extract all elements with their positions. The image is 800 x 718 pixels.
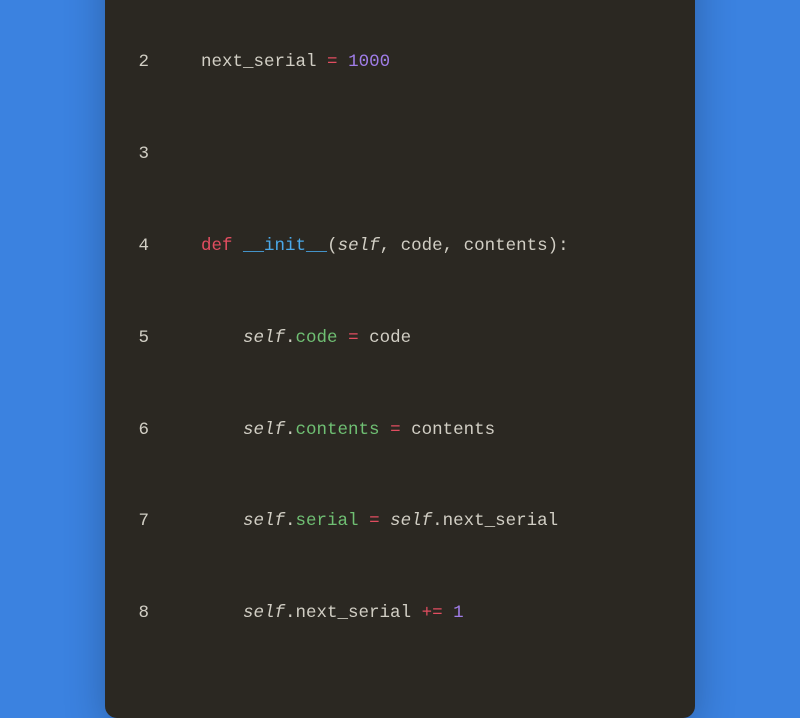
code-line: 3 bbox=[127, 139, 673, 170]
class-attr: next_serial bbox=[201, 47, 317, 78]
number-literal: 1000 bbox=[348, 47, 390, 78]
keyword-def: def bbox=[201, 231, 233, 262]
line-number: 8 bbox=[127, 598, 149, 629]
line-number: 4 bbox=[127, 231, 149, 262]
code-line: 6 self.contents = contents bbox=[127, 415, 673, 446]
code-line: 8 self.next_serial += 1 bbox=[127, 598, 673, 629]
code-line: 5 self.code = code bbox=[127, 323, 673, 354]
param-self: self bbox=[338, 231, 380, 262]
param: code bbox=[401, 231, 443, 262]
line-number: 2 bbox=[127, 47, 149, 78]
code-line: 2 next_serial = 1000 bbox=[127, 47, 673, 78]
number-literal: 1 bbox=[453, 598, 464, 629]
line-number: 7 bbox=[127, 506, 149, 537]
line-number: 5 bbox=[127, 323, 149, 354]
param: contents bbox=[464, 231, 548, 262]
line-number: 6 bbox=[127, 415, 149, 446]
code-editor: 1class ShippingContainer: 2 next_serial … bbox=[127, 0, 673, 690]
attribute: code bbox=[296, 323, 338, 354]
function-name: __init__ bbox=[243, 231, 327, 262]
line-number: 3 bbox=[127, 139, 149, 170]
code-line: 7 self.serial = self.next_serial bbox=[127, 506, 673, 537]
attribute: serial bbox=[296, 506, 359, 537]
attribute: contents bbox=[296, 415, 380, 446]
code-window: 1class ShippingContainer: 2 next_serial … bbox=[105, 0, 695, 718]
code-line: 4 def __init__(self, code, contents): bbox=[127, 231, 673, 262]
